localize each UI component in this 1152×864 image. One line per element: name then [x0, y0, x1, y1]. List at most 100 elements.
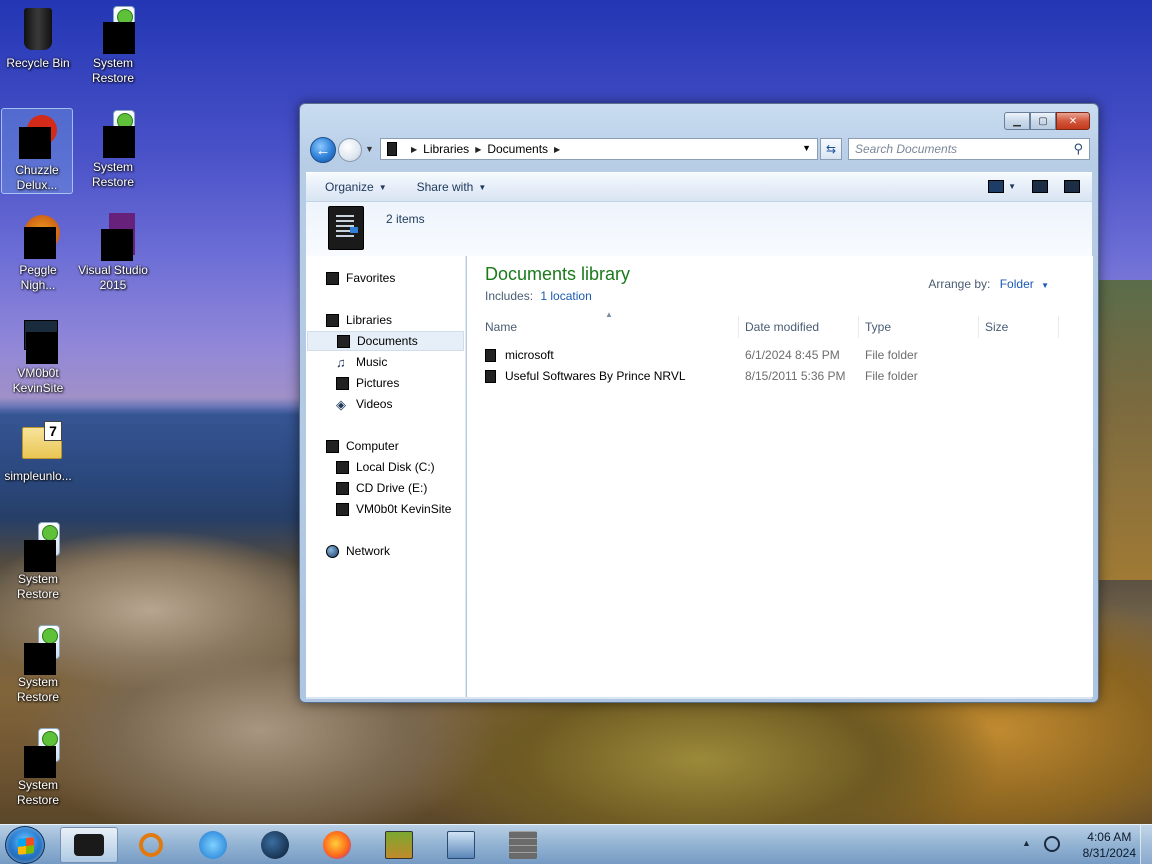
desktop-icon-system-restore[interactable]: System Restore	[77, 106, 149, 190]
documents-library-icon	[328, 206, 364, 250]
nav-label: Documents	[357, 334, 418, 348]
nav-item-network[interactable]: Network	[326, 541, 390, 561]
desktop-icon-recycle-bin[interactable]: Recycle Bin	[2, 2, 74, 71]
maximize-button[interactable]: ▢	[1030, 112, 1056, 130]
file-row[interactable]: microsoft 6/1/2024 8:45 PM File folder	[467, 345, 1067, 366]
taskbar-app-explorer[interactable]	[60, 827, 118, 863]
arrange-by: Arrange by: Folder ▼	[928, 277, 1049, 291]
organize-label: Organize	[325, 180, 374, 194]
column-header-size[interactable]: Size	[979, 316, 1059, 338]
breadcrumb-documents[interactable]: Documents	[487, 142, 548, 156]
nav-item-local-disk[interactable]: Local Disk (C:)	[336, 457, 435, 477]
file-name-cell: Useful Softwares By Prince NRVL	[485, 369, 686, 383]
desktop-icon-chuzzle[interactable]: Chuzzle Delux...	[1, 108, 73, 194]
organize-button[interactable]: Organize ▼	[325, 180, 387, 194]
chevron-right-icon[interactable]: ▶	[411, 145, 417, 154]
nav-item-libraries[interactable]: Libraries	[326, 310, 392, 330]
column-header-name[interactable]: Name	[479, 316, 739, 338]
search-placeholder: Search Documents	[855, 142, 958, 156]
file-name-cell: microsoft	[485, 348, 554, 362]
desktop-icon-label: VM0b0t KevinSite	[12, 366, 64, 395]
monitor-icon	[447, 831, 475, 859]
desktop-icon-system-restore[interactable]: System Restore	[2, 724, 74, 808]
nav-item-videos[interactable]: ◈ Videos	[336, 394, 392, 414]
chevron-right-icon[interactable]: ▶	[554, 145, 560, 154]
magnifier-icon	[139, 833, 163, 857]
nav-item-music[interactable]: ♫ Music	[336, 352, 387, 372]
nav-item-computer[interactable]: Computer	[326, 436, 399, 456]
view-options-dropdown-icon[interactable]: ▼	[1008, 182, 1016, 191]
taskbar-app-globe-browser[interactable]	[246, 827, 304, 863]
taskbar-app-internet-explorer[interactable]	[184, 827, 242, 863]
column-header-date-modified[interactable]: Date modified	[739, 316, 859, 338]
desktop-icon-system-restore[interactable]: System Restore	[2, 621, 74, 705]
desktop-icon-system-restore[interactable]: System Restore	[2, 518, 74, 602]
system-tray: ▲ 4:06 AM 8/31/2024	[1012, 825, 1152, 864]
wallpaper-land	[1098, 280, 1152, 580]
file-row[interactable]: Useful Softwares By Prince NRVL 8/15/201…	[467, 366, 1067, 387]
file-type: File folder	[865, 348, 918, 362]
breadcrumb-libraries[interactable]: Libraries	[423, 142, 469, 156]
recycle-bin-icon	[14, 6, 62, 54]
nav-label: Local Disk (C:)	[356, 460, 435, 474]
show-hidden-icons-icon[interactable]: ▲	[1022, 838, 1031, 848]
taskbar-app-network-monitor[interactable]	[432, 827, 490, 863]
preview-pane-icon[interactable]	[1032, 180, 1048, 193]
taskbar-app-firefox[interactable]	[308, 827, 366, 863]
window-bottom-border	[306, 697, 1092, 699]
arrange-by-dropdown[interactable]: Folder	[1000, 277, 1034, 291]
chevron-right-icon[interactable]: ▶	[475, 145, 481, 154]
desktop-icon-system-restore[interactable]: System Restore	[77, 2, 149, 86]
brick-wall-icon	[509, 831, 537, 859]
explorer-window[interactable]: ▁ ▢ ✕ ← ▼ ▶ Libraries ▶ Documents ▶ ▼ ⇆ …	[299, 103, 1099, 703]
share-with-button[interactable]: Share with ▼	[417, 180, 487, 194]
desktop-icon-vm-kevinsite[interactable]: VM0b0t KevinSite	[2, 312, 74, 396]
nav-label: CD Drive (E:)	[356, 481, 428, 495]
address-dropdown-icon[interactable]: ▼	[802, 143, 811, 153]
search-input[interactable]: Search Documents ⚲	[848, 138, 1090, 160]
nav-item-cd-drive[interactable]: CD Drive (E:)	[336, 478, 427, 498]
show-desktop-button[interactable]	[1140, 825, 1152, 864]
desktop-icon-label: Recycle Bin	[6, 56, 70, 70]
nav-item-documents[interactable]: Documents	[307, 331, 464, 351]
desktop-icon-simpleunlocker[interactable]: 7 simpleunlo...	[2, 415, 74, 484]
close-button[interactable]: ✕	[1056, 112, 1090, 130]
internet-explorer-icon	[199, 831, 227, 859]
refresh-button[interactable]: ⇆	[820, 138, 842, 160]
recent-pages-dropdown[interactable]: ▼	[365, 144, 374, 154]
nav-item-network-share[interactable]: VM0b0t KevinSite	[336, 499, 451, 519]
desktop-icon-label: System Restore	[91, 160, 135, 189]
pictures-icon	[336, 376, 349, 390]
column-header-type[interactable]: Type	[859, 316, 979, 338]
navigation-pane: Favorites Libraries Documents ♫ Music Pi…	[306, 256, 466, 697]
nav-item-pictures[interactable]: Pictures	[336, 373, 399, 393]
change-view-icon[interactable]	[988, 180, 1005, 193]
nav-item-favorites[interactable]: Favorites	[326, 268, 395, 288]
chevron-down-icon[interactable]: ▼	[1041, 281, 1049, 290]
desktop-icon-peggle[interactable]: Peggle Nigh...	[2, 209, 74, 293]
network-status-icon[interactable]	[1044, 836, 1060, 852]
nav-label: Pictures	[356, 376, 400, 390]
forward-button[interactable]	[338, 138, 362, 162]
clock[interactable]: 4:06 AM 8/31/2024	[1083, 829, 1136, 861]
start-button[interactable]	[5, 826, 45, 864]
chevron-down-icon: ▼	[378, 182, 387, 192]
minimize-button[interactable]: ▁	[1004, 112, 1030, 130]
command-bar: Organize ▼ Share with ▼ ▼	[306, 172, 1092, 202]
file-date: 8/15/2011 5:36 PM	[745, 369, 846, 383]
chuzzle-icon	[13, 113, 61, 161]
caption-buttons: ▁ ▢ ✕	[1004, 112, 1090, 130]
back-button[interactable]: ←	[310, 137, 336, 163]
desktop-icon-visual-studio[interactable]: Visual Studio 2015	[77, 209, 149, 293]
taskbar-app-firewall[interactable]	[494, 827, 552, 863]
address-bar[interactable]: ▶ Libraries ▶ Documents ▶ ▼	[380, 138, 818, 160]
includes-locations-link[interactable]: 1 location	[540, 289, 591, 303]
nav-label: Music	[356, 355, 388, 369]
taskbar: ▲ 4:06 AM 8/31/2024	[0, 824, 1152, 864]
star-icon	[326, 271, 339, 285]
help-icon[interactable]	[1064, 180, 1080, 193]
taskbar-app-game-box[interactable]	[370, 827, 428, 863]
taskbar-app-search[interactable]	[122, 827, 180, 863]
search-icon[interactable]: ⚲	[1073, 141, 1083, 157]
libraries-icon	[326, 313, 339, 327]
